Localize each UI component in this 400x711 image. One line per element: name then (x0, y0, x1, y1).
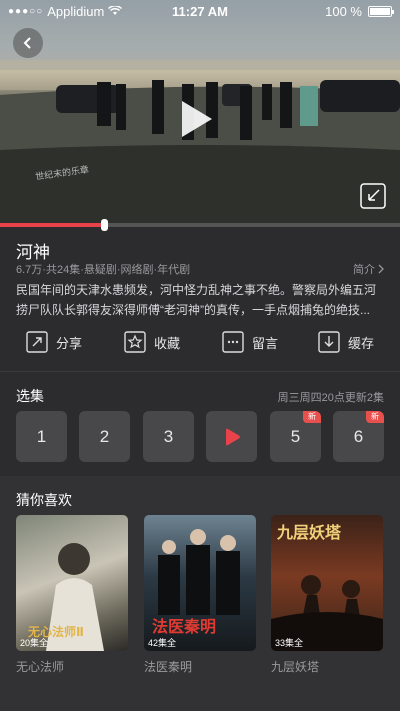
episode-number: 2 (99, 426, 110, 446)
download-button[interactable]: 缓存 (318, 331, 374, 353)
poster-episode-count: 33集全 (275, 638, 304, 648)
poster-title-art: 九层妖塔 (277, 525, 342, 542)
video-player[interactable]: 世纪末的乐章 (0, 0, 400, 226)
favorite-label: 收藏 (154, 335, 181, 351)
battery-fill (370, 7, 390, 15)
progress-fill (0, 223, 104, 227)
back-button[interactable] (13, 28, 43, 58)
new-badge: 新 (366, 411, 384, 423)
share-label: 分享 (56, 335, 83, 351)
poster-card[interactable]: 法医秦明 42集全 (144, 515, 256, 651)
share-button[interactable]: 分享 (26, 331, 82, 353)
show-title: 河神 (16, 243, 50, 262)
recommend-title: 猜你喜欢 (16, 492, 72, 508)
comment-button[interactable]: 留言 (222, 331, 278, 353)
poster-name[interactable]: 法医秦明 (144, 658, 192, 675)
recommend-section: 猜你喜欢 无心法师Ⅱ 20集全 无心法师 法医秦明 42集全 法医秦明 九层妖塔… (0, 476, 400, 711)
wifi-icon (108, 6, 123, 15)
battery-percent: 100 % (325, 3, 362, 19)
poster-card[interactable]: 无心法师Ⅱ 20集全 (16, 515, 128, 651)
episode-tile[interactable]: 5 新 (270, 411, 321, 462)
now-playing-icon (225, 428, 240, 445)
intro-label: 简介 (353, 264, 375, 276)
fullscreen-icon[interactable] (360, 183, 386, 209)
favorite-icon (124, 331, 146, 353)
episode-number: 1 (36, 426, 47, 446)
battery-icon (368, 5, 394, 17)
poster-name[interactable]: 九层妖塔 (271, 658, 319, 675)
playback-progress[interactable] (0, 219, 400, 231)
status-bar: ●●●○○ Applidium 11:27 AM 100 % (0, 0, 400, 22)
progress-knob[interactable] (101, 219, 108, 231)
signal-icon: ●●●○○ (8, 5, 44, 17)
new-badge: 新 (303, 411, 321, 423)
intro-link[interactable]: 简介 (353, 261, 384, 277)
episode-tile-playing[interactable] (206, 411, 257, 462)
play-icon[interactable] (180, 99, 214, 139)
poster-episode-count: 20集全 (20, 638, 49, 648)
episode-number: 5 (290, 426, 301, 446)
poster-title-art: 法医秦明 (152, 619, 217, 636)
download-icon (318, 331, 340, 353)
comment-label: 留言 (252, 335, 279, 351)
share-icon (26, 331, 48, 353)
show-meta: 6.7万·共24集·悬疑剧·网络剧·年代剧 (16, 264, 191, 276)
episode-number: 3 (163, 426, 174, 446)
comment-icon (222, 331, 244, 353)
favorite-button[interactable]: 收藏 (124, 331, 180, 353)
poster-card[interactable]: 九层妖塔 33集全 (271, 515, 383, 651)
episode-tile[interactable]: 3 (143, 411, 194, 462)
poster-name[interactable]: 无心法师 (16, 658, 64, 675)
episode-tile[interactable]: 1 (16, 411, 67, 462)
chevron-right-icon (378, 264, 384, 274)
episode-number: 6 (353, 426, 364, 446)
episode-tile[interactable]: 6 新 (333, 411, 384, 462)
episode-tile[interactable]: 2 (79, 411, 130, 462)
episodes-title: 选集 (16, 388, 44, 404)
carrier-name: Applidium (47, 3, 105, 19)
download-label: 缓存 (348, 335, 375, 351)
status-left: ●●●○○ Applidium (8, 3, 123, 19)
chevron-left-icon (23, 37, 31, 49)
update-note: 周三周四20点更新2集 (277, 392, 384, 404)
divider (0, 371, 400, 372)
show-description: 民国年间的天津水患频发，河中怪力乱神之事不绝。警察局外编五河捞尸队队长郭得友深得… (16, 283, 377, 317)
action-bar: 分享 收藏 留言 缓存 (0, 331, 400, 357)
status-right: 100 % (325, 3, 394, 19)
poster-episode-count: 42集全 (148, 638, 177, 648)
